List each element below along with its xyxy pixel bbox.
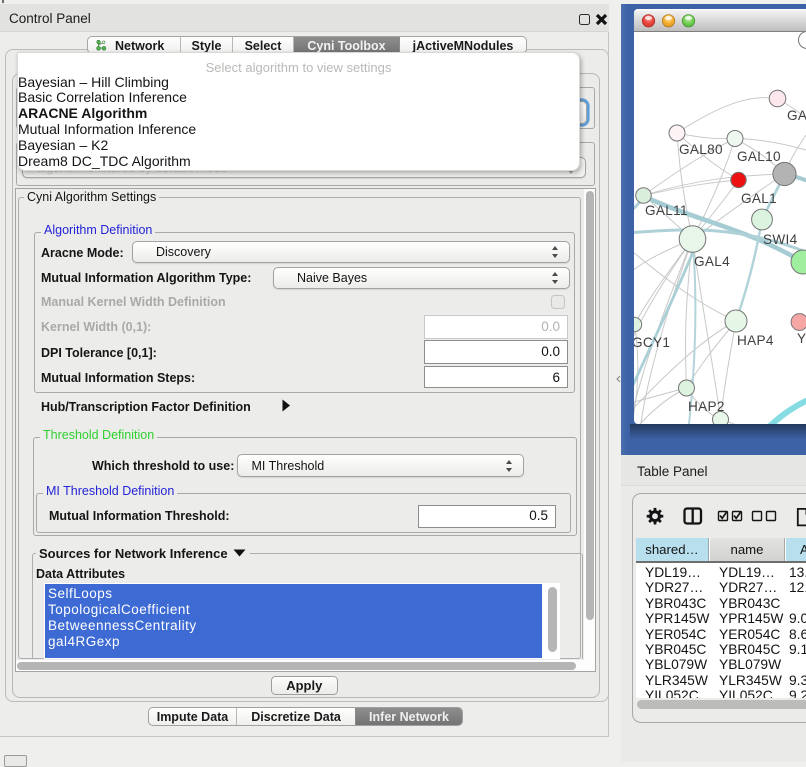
svg-text:HAP2: HAP2 [688, 399, 725, 414]
svg-text:HAP4: HAP4 [737, 333, 774, 348]
svg-text:GAL4: GAL4 [694, 254, 730, 269]
svg-text:SWI4: SWI4 [763, 232, 798, 247]
svg-text:GCY1: GCY1 [634, 335, 670, 350]
svg-text:GAL1: GAL1 [741, 191, 777, 206]
svg-text:GAL11: GAL11 [645, 203, 688, 218]
svg-text:Y: Y [797, 331, 806, 346]
svg-text:GAL10: GAL10 [737, 149, 781, 164]
svg-text:GAL2: GAL2 [787, 108, 806, 123]
svg-text:GAL80: GAL80 [679, 142, 723, 157]
